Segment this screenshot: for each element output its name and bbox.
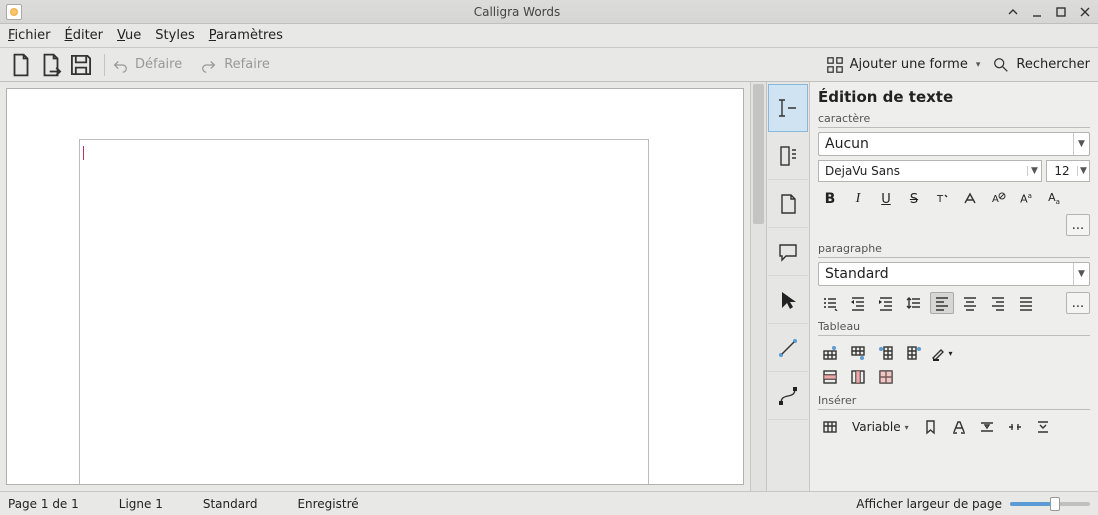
menu-file[interactable]: Fichier xyxy=(8,28,51,43)
window-title: Calligra Words xyxy=(28,5,1006,19)
bold-button[interactable]: B xyxy=(818,188,842,210)
align-left-button[interactable] xyxy=(930,292,954,314)
status-page: Page 1 de 1 xyxy=(8,497,79,511)
undo-label: Défaire xyxy=(135,57,182,72)
tool-connect[interactable] xyxy=(768,324,808,372)
undo-button[interactable]: Défaire xyxy=(111,56,182,74)
align-right-button[interactable] xyxy=(986,292,1010,314)
underline-button[interactable]: U xyxy=(874,188,898,210)
list-bullet-button[interactable] xyxy=(818,292,842,314)
status-bar: Page 1 de 1 Ligne 1 Standard Enregistré … xyxy=(0,491,1098,515)
status-zoom-mode[interactable]: Afficher largeur de page xyxy=(856,497,1002,511)
table-insert-row-above[interactable] xyxy=(818,342,842,364)
menu-edit[interactable]: Éditer xyxy=(65,28,104,43)
side-panel: Édition de texte caractère Aucun ▼ DejaV… xyxy=(810,82,1098,491)
title-bar: Calligra Words xyxy=(0,0,1098,24)
search-button[interactable]: Rechercher xyxy=(992,56,1090,74)
line-spacing-button[interactable] xyxy=(902,292,926,314)
indent-increase-button[interactable] xyxy=(874,292,898,314)
maximize-button[interactable] xyxy=(1054,5,1068,19)
redo-label: Refaire xyxy=(224,57,270,72)
add-shape-label: Ajouter une forme xyxy=(850,57,968,72)
vertical-scrollbar[interactable] xyxy=(750,82,766,491)
redo-button[interactable]: Refaire xyxy=(200,56,270,74)
menu-styles[interactable]: Styles xyxy=(155,28,194,43)
chevron-down-icon: ▼ xyxy=(1027,166,1041,176)
table-insert-col-right[interactable] xyxy=(902,342,926,364)
tool-references[interactable] xyxy=(768,132,808,180)
close-button[interactable] xyxy=(1078,5,1092,19)
text-color-button[interactable]: T xyxy=(930,188,954,210)
minimize-button[interactable] xyxy=(1030,5,1044,19)
table-insert-row-below[interactable] xyxy=(846,342,870,364)
main-toolbar: Défaire Refaire Ajouter une forme ▾ Rech… xyxy=(0,48,1098,82)
strikethrough-button[interactable]: S xyxy=(902,188,926,210)
tool-comment[interactable] xyxy=(768,228,808,276)
svg-text:A: A xyxy=(992,194,999,205)
document-page[interactable] xyxy=(79,139,649,485)
menu-view[interactable]: Vue xyxy=(117,28,141,43)
table-delete-col[interactable] xyxy=(846,366,870,388)
char-more-button[interactable]: ... xyxy=(1066,214,1090,236)
new-button[interactable] xyxy=(8,52,34,78)
section-table: Tableau xyxy=(818,320,1090,336)
search-label: Rechercher xyxy=(1016,57,1090,72)
align-justify-button[interactable] xyxy=(1014,292,1038,314)
char-style-combo[interactable]: Aucun ▼ xyxy=(818,132,1090,156)
tool-select[interactable] xyxy=(768,276,808,324)
insert-section-button[interactable] xyxy=(1031,416,1055,438)
insert-pagebreak-button[interactable] xyxy=(975,416,999,438)
chevron-down-icon: ▾ xyxy=(976,60,981,70)
open-button[interactable] xyxy=(38,52,64,78)
status-saved: Enregistré xyxy=(297,497,358,511)
status-line: Ligne 1 xyxy=(119,497,163,511)
chevron-down-icon: ▼ xyxy=(1073,263,1089,285)
para-style-combo[interactable]: Standard ▼ xyxy=(818,262,1090,286)
app-icon xyxy=(6,4,22,20)
insert-link-button[interactable] xyxy=(1003,416,1027,438)
tool-page-layout[interactable] xyxy=(768,180,808,228)
tool-path-edit[interactable] xyxy=(768,372,808,420)
table-border-button[interactable]: ▾ xyxy=(930,342,954,364)
document-area[interactable] xyxy=(0,82,750,491)
table-delete-row[interactable] xyxy=(818,366,842,388)
highlight-button[interactable] xyxy=(958,188,982,210)
insert-bookmark-button[interactable] xyxy=(919,416,943,438)
subscript-button[interactable]: Aa xyxy=(1042,188,1066,210)
superscript-button[interactable]: Aa xyxy=(1014,188,1038,210)
status-style: Standard xyxy=(203,497,258,511)
chevron-down-icon: ▼ xyxy=(1073,133,1089,155)
section-paragraph: paragraphe xyxy=(818,242,1090,258)
align-center-button[interactable] xyxy=(958,292,982,314)
section-character: caractère xyxy=(818,112,1090,128)
indent-decrease-button[interactable] xyxy=(846,292,870,314)
rollup-button[interactable] xyxy=(1006,5,1020,19)
menu-settings[interactable]: Paramètres xyxy=(209,28,283,43)
add-shape-button[interactable]: Ajouter une forme ▾ xyxy=(826,56,981,74)
svg-text:T: T xyxy=(936,194,944,205)
table-insert-col-left[interactable] xyxy=(874,342,898,364)
text-cursor xyxy=(83,146,84,160)
insert-special-char-button[interactable] xyxy=(947,416,971,438)
tool-text-edit[interactable] xyxy=(768,84,808,132)
font-family-combo[interactable]: DejaVu Sans ▼ xyxy=(818,160,1042,182)
italic-button[interactable]: I xyxy=(846,188,870,210)
section-insert: Insérer xyxy=(818,394,1090,410)
clear-format-button[interactable]: A xyxy=(986,188,1010,210)
para-more-button[interactable]: ... xyxy=(1066,292,1090,314)
tool-tabs xyxy=(766,82,810,491)
panel-title: Édition de texte xyxy=(818,88,1090,106)
insert-variable-button[interactable]: Variable▾ xyxy=(846,416,915,438)
menu-bar: Fichier Éditer Vue Styles Paramètres xyxy=(0,24,1098,48)
table-merge-button[interactable] xyxy=(874,366,898,388)
chevron-down-icon: ▼ xyxy=(1077,166,1089,176)
save-button[interactable] xyxy=(68,52,94,78)
font-size-combo[interactable]: 12 ▼ xyxy=(1046,160,1090,182)
zoom-slider[interactable] xyxy=(1010,502,1090,506)
insert-table-button[interactable] xyxy=(818,416,842,438)
